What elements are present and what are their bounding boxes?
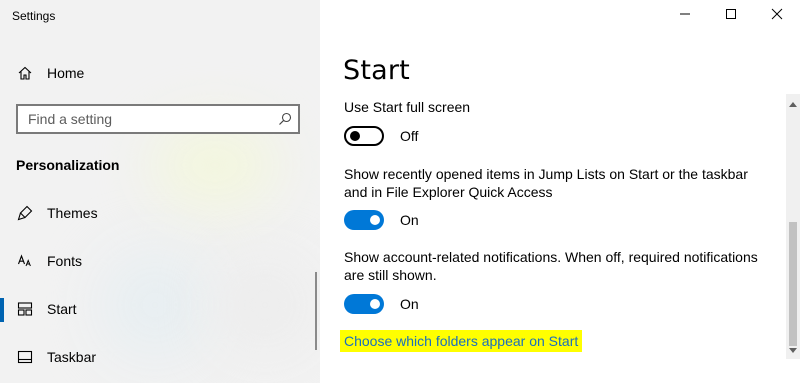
toggle-knob — [370, 215, 380, 225]
minimize-icon — [679, 7, 691, 25]
main-content: Start Use Start full screen Off Show rec… — [320, 0, 800, 383]
sidebar-item-label: Start — [47, 301, 77, 317]
page-title: Start — [343, 55, 410, 86]
maximize-button[interactable] — [708, 0, 754, 32]
search-input[interactable] — [28, 111, 268, 127]
toggle-state-label: On — [400, 212, 419, 228]
sidebar-item-themes[interactable]: Themes — [0, 193, 318, 233]
chevron-up-icon — [789, 94, 797, 112]
toggle-full-screen[interactable] — [344, 126, 384, 146]
content-scrollbar[interactable] — [786, 94, 800, 359]
selection-indicator — [0, 298, 4, 322]
sidebar-item-fonts[interactable]: Fonts — [0, 241, 318, 281]
app-title: Settings — [12, 9, 56, 23]
toggle-knob — [350, 131, 360, 141]
toggle-account-notifications[interactable] — [344, 294, 384, 314]
close-button[interactable] — [754, 0, 800, 32]
taskbar-icon — [17, 349, 33, 365]
minimize-button[interactable] — [662, 0, 708, 32]
nav-home[interactable]: Home — [0, 53, 318, 93]
home-icon — [17, 65, 33, 81]
close-icon — [771, 7, 783, 25]
sidebar-item-label: Fonts — [47, 253, 83, 269]
sidebar-item-label: Themes — [47, 205, 98, 221]
sidebar: Settings Home Personalization Themes Fon… — [0, 0, 320, 383]
scroll-down-button[interactable] — [786, 343, 800, 357]
sidebar-item-start[interactable]: Start — [0, 289, 318, 329]
fonts-icon — [17, 253, 33, 269]
sidebar-scrollbar[interactable] — [315, 272, 317, 350]
toggle-state-label: On — [400, 296, 419, 312]
setting-label-full-screen: Use Start full screen — [344, 99, 471, 115]
nav-home-label: Home — [47, 65, 85, 81]
themes-icon — [17, 205, 33, 221]
chevron-down-icon — [789, 341, 797, 359]
setting-label-jump-lists: Show recently opened items in Jump Lists… — [344, 166, 748, 200]
setting-label-account-notifications: Show account-related notifications. When… — [344, 249, 758, 283]
toggle-knob — [370, 299, 380, 309]
toggle-jump-lists[interactable] — [344, 210, 384, 230]
scroll-up-button[interactable] — [786, 96, 800, 110]
sidebar-item-taskbar[interactable]: Taskbar — [0, 337, 318, 377]
scroll-thumb[interactable] — [789, 222, 797, 346]
start-icon — [17, 301, 33, 317]
section-heading: Personalization — [16, 157, 120, 173]
toggle-state-label: Off — [400, 128, 419, 144]
search-icon[interactable] — [278, 112, 292, 126]
maximize-icon — [725, 7, 737, 25]
choose-folders-link[interactable]: Choose which folders appear on Start — [340, 330, 583, 352]
sidebar-item-label: Taskbar — [47, 349, 97, 365]
search-box[interactable] — [16, 104, 300, 134]
